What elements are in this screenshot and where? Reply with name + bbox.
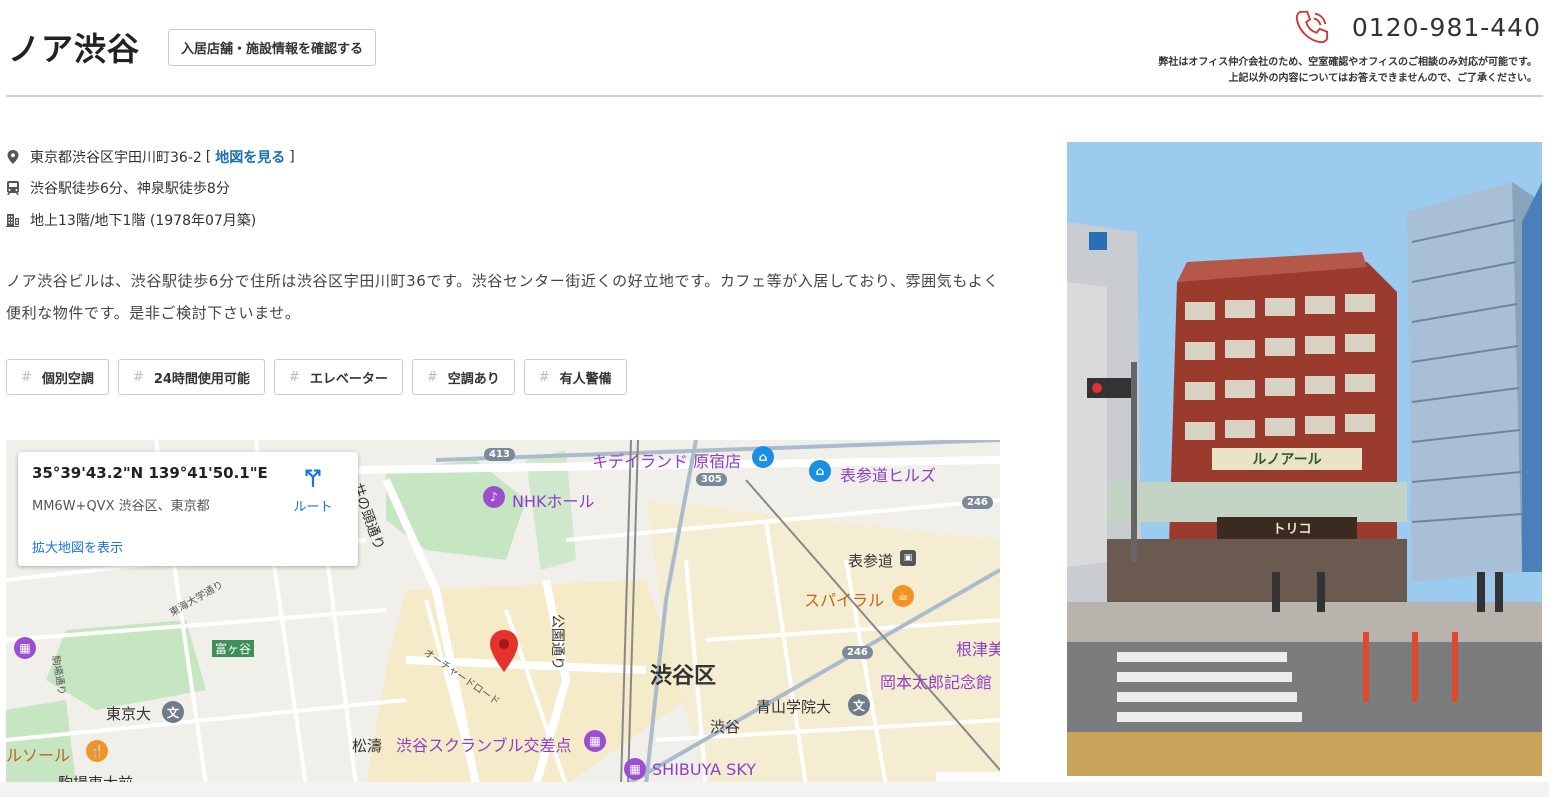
address-row: 東京都渋谷区宇田川町36-2 [ 地図を見る ] [6,146,295,168]
station-icon[interactable]: ▣ [900,550,916,566]
route-413-shield: 413 [484,448,515,461]
map-plus-code: MM6W+QVX 渋谷区、東京都 [32,499,210,514]
map-pin-icon[interactable] [490,630,518,672]
tag-elevator[interactable]: # エレベーター [273,359,403,395]
contact-note-line1: 弊社はオフィス仲介会社のため、空室確認やオフィスのご相談のみ対応が可能です。 [1158,57,1537,68]
map-label-shibuya-sky: SHIBUYA SKY [652,760,757,779]
map-label-omotesando-hills: 表参道ヒルズ [840,466,937,485]
location-pin-icon [7,150,19,164]
map-label-solar: ルソール [6,746,71,765]
contact-note: 弊社はオフィス仲介会社のため、空室確認やオフィスのご相談のみ対応が可能です。 上… [1158,55,1537,87]
map-label-aoyama: 青山学院大 [756,698,832,716]
route-button[interactable]: ルート [288,466,338,515]
tag-24h[interactable]: #24時間使用可能 [117,359,265,395]
route-246-shield-b: 246 [842,646,873,659]
access-row: 渋谷駅徒歩6分、神泉駅徒歩8分 [6,177,230,199]
map-label-nhk-hall: NHKホール [512,492,595,511]
phone-number[interactable]: 0120-981-440 [1352,13,1541,42]
map-coordinates: 35°39'43.2"N 139°41'50.1"E [32,464,268,482]
store-info-button[interactable]: 入居店舗・施設情報を確認する [168,29,376,66]
floors-text: 地上13階/地下1階 (1978年07月築) [30,213,257,229]
building-photo[interactable]: ルノアール トリコ [1067,142,1542,776]
shopping-poi-icon[interactable]: ⌂ [809,460,831,482]
map-label-shibuya: 渋谷 [710,718,741,736]
landmark-poi-icon[interactable]: ▦ [624,758,646,780]
map-label-kiddyland: キデイランド 原宿店 [592,452,742,471]
landmark-poi-icon[interactable]: ▦ [584,730,606,752]
tag-aircon[interactable]: # 空調あり [411,359,515,395]
school-poi-icon[interactable]: 文 [848,694,870,716]
google-map[interactable]: 413 305 246 246 キデイランド 原宿店 ⌂ ⌂ 表参道ヒルズ ♪ … [6,440,1000,785]
map-label-matsunami: 松濤 [352,737,383,755]
map-label-omotesando: 表参道 [848,552,894,570]
map-label-tokyo-univ: 東京大 [106,705,152,723]
map-label-scramble: 渋谷スクランブル交差点 [396,736,572,755]
map-label-okamoto: 岡本太郎記念館 [880,673,993,692]
music-poi-icon[interactable]: ♪ [483,486,505,508]
photo-sign-text: ルノアール [1252,452,1321,468]
tag-security[interactable]: # 有人警備 [523,359,627,395]
map-label-tomigaya: 富ヶ谷 [212,640,255,657]
page-title: ノア渋谷 [8,30,141,68]
enlarge-map-link[interactable]: 拡大地図を表示 [32,537,123,556]
header-divider [6,95,1543,97]
phone-contact[interactable]: 0120-981-440 [1292,8,1541,46]
bottom-bar [0,782,1549,797]
floors-row: 地上13階/地下1階 (1978年07月築) [6,209,256,231]
feature-tags: # 個別空調 #24時間使用可能 # エレベーター # 空調あり # 有人警備 [6,359,627,395]
contact-note-line2: 上記以外の内容についてはお答えできませんので、ご了承ください。 [1228,73,1538,84]
train-icon [7,181,19,195]
building-icon [6,214,19,227]
page-header: ノア渋谷 入居店舗・施設情報を確認する 0120-981-440 弊社はオフィス… [0,0,1549,97]
photo-sign2-text: トリコ [1272,522,1311,537]
directions-icon [305,469,321,488]
map-label-spiral: スパイラル [804,591,885,610]
tag-individual-aircon[interactable]: # 個別空調 [6,359,109,395]
map-info-card: 35°39'43.2"N 139°41'50.1"E MM6W+QVX 渋谷区、… [18,452,358,566]
address-text: 東京都渋谷区宇田川町36-2 [30,150,202,166]
route-246-shield-a: 246 [962,496,993,509]
map-label-shibuya-ward: 渋谷区 [650,664,717,689]
route-305-shield: 305 [696,473,727,486]
bracket-close: ] [289,149,295,165]
route-label: ルート [293,500,333,515]
view-map-link[interactable]: 地図を見る [215,147,285,167]
bracket-open: [ [205,149,212,165]
phone-icon [1295,10,1328,44]
shopping-poi-icon[interactable]: ⌂ [752,446,774,468]
property-description: ノア渋谷ビルは、渋谷駅徒歩6分で住所は渋谷区宇田川町36です。渋谷センター街近く… [6,272,1000,322]
building-illustration: ルノアール トリコ [1067,142,1542,776]
access-text: 渋谷駅徒歩6分、神泉駅徒歩8分 [30,181,230,197]
map-label-nezu: 根津美 [956,640,1000,659]
school-poi-icon[interactable]: 文 [162,701,184,723]
landmark-poi-icon[interactable]: ▦ [14,637,36,659]
map-label-koen-dori: 公園通り [549,614,565,670]
restaurant-poi-icon[interactable]: 🍴 [86,740,108,762]
cafe-poi-icon[interactable]: ☕ [892,585,914,607]
